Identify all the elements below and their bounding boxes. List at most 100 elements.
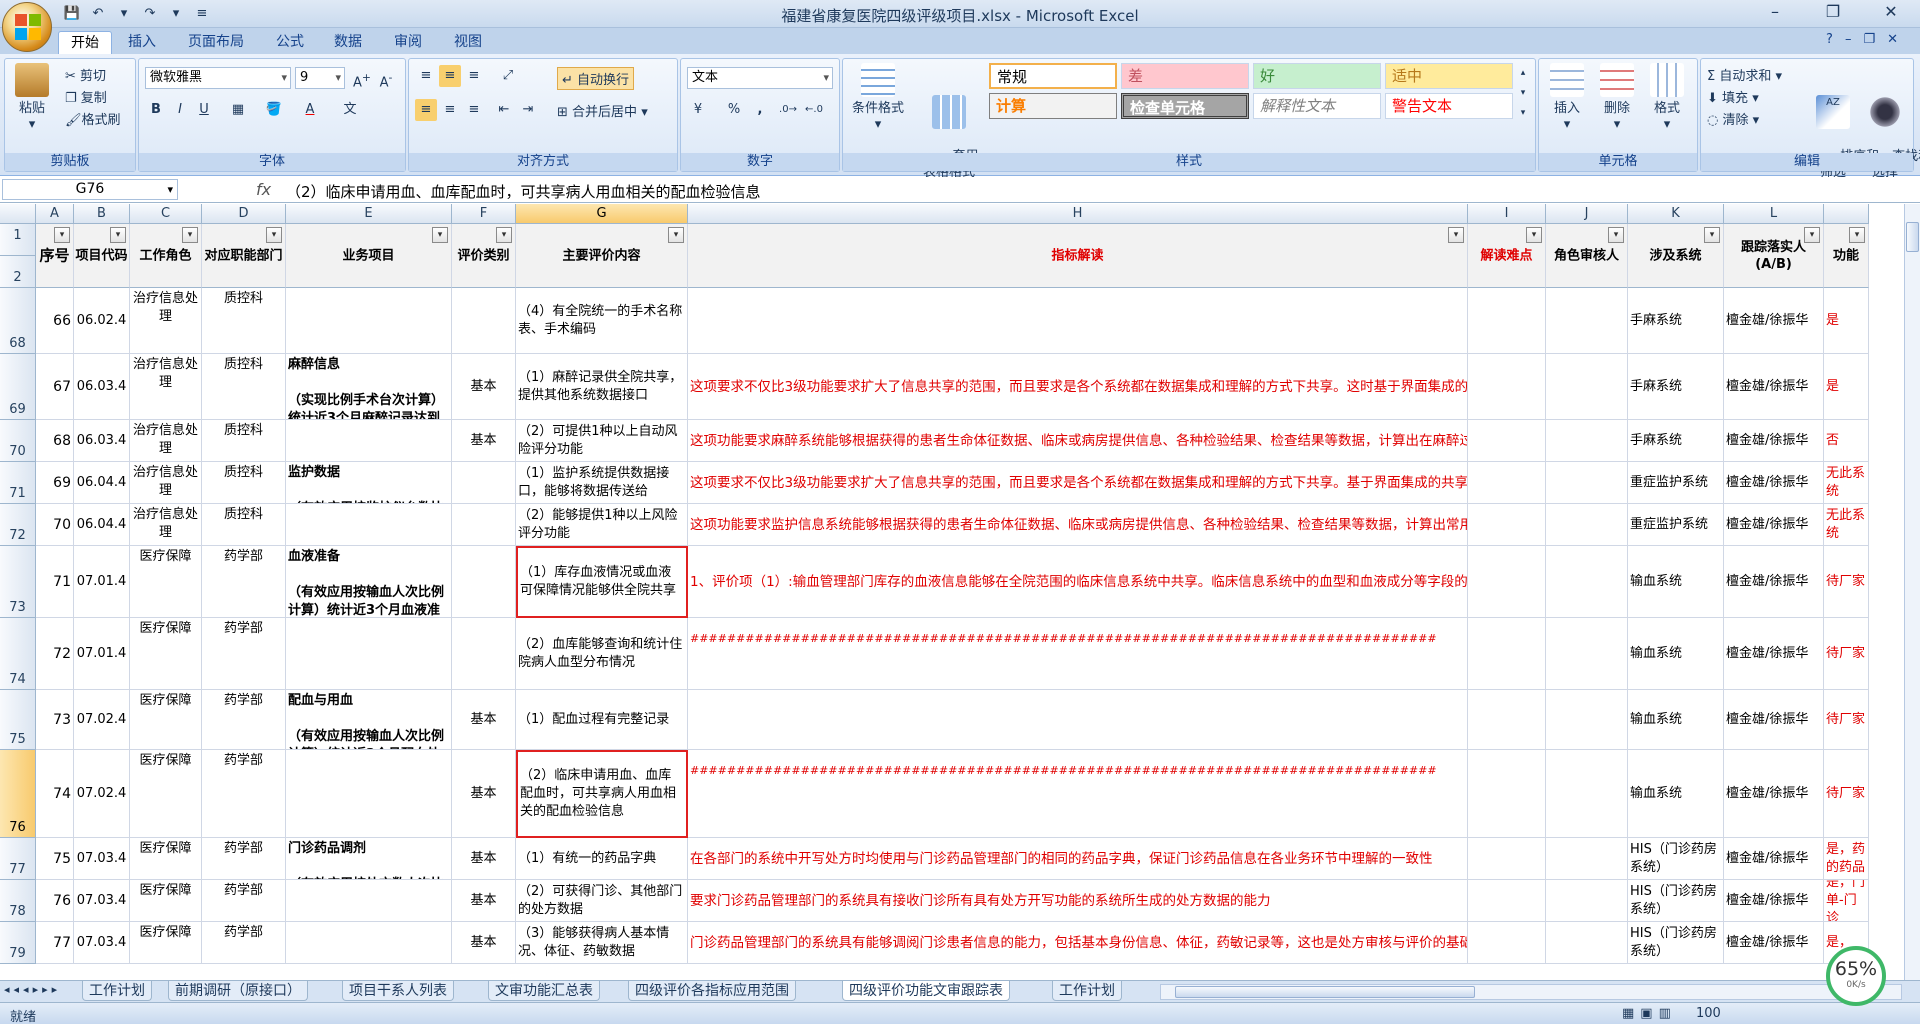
cell-a70[interactable]: 68	[36, 420, 74, 462]
style-check-cell[interactable]: 检查单元格	[1121, 93, 1249, 119]
cell-h73[interactable]: 1、评价项（1）:输血管理部门库存的血液信息能够在全院范围的临床信息系统中共享。…	[688, 546, 1468, 618]
cell-l68[interactable]: 檀金雄/徐振华	[1724, 288, 1824, 354]
cell-c75[interactable]: 医疗保障	[130, 690, 202, 750]
header-cell-d[interactable]: 对应职能部门 ▾	[202, 224, 286, 288]
cell-e77[interactable]: 门诊药品调剂 （有效应用按处方数人次比例计算）统计近3个月门诊处方处理达到个级别…	[286, 838, 452, 880]
column-header-l[interactable]: L	[1724, 204, 1824, 224]
cell-c71[interactable]: 治疗信息处理	[130, 462, 202, 504]
view-buttons-icon[interactable]: ▦▣▥	[1622, 1006, 1677, 1021]
save-icon[interactable]: 💾	[62, 4, 82, 24]
cell-c77[interactable]: 医疗保障	[130, 838, 202, 880]
sheet-tab-active[interactable]: 四级评价功能文审跟踪表	[842, 981, 1010, 1001]
cell-g70[interactable]: （2）可提供1种以上自动风险评分功能	[516, 420, 688, 462]
cell-b71[interactable]: 06.04.4	[74, 462, 130, 504]
cell-l78[interactable]: 檀金雄/徐振华	[1724, 880, 1824, 922]
row-header[interactable]: 75	[0, 690, 36, 750]
header-cell-a[interactable]: 序号 ▾	[36, 224, 74, 288]
autosum-button[interactable]: Σ 自动求和 ▾	[1707, 65, 1782, 84]
cell-f73[interactable]	[452, 546, 516, 618]
fill-color-icon[interactable]: 🪣	[263, 99, 285, 121]
cell-d79[interactable]: 药学部	[202, 922, 286, 964]
cell-a69[interactable]: 67	[36, 354, 74, 420]
filter-dropdown-icon[interactable]: ▾	[1448, 227, 1464, 243]
vertical-scroll-thumb[interactable]	[1906, 222, 1919, 252]
cell-h75[interactable]	[688, 690, 1468, 750]
cell-c72[interactable]: 治疗信息处理	[130, 504, 202, 546]
cell-i76[interactable]	[1468, 750, 1546, 838]
align-center-icon[interactable]: ≡	[439, 99, 461, 121]
cell-g68[interactable]: （4）有全院统一的手术名称表、手术编码	[516, 288, 688, 354]
header-cell-i[interactable]: 解读难点 ▾	[1468, 224, 1546, 288]
header-cell-l[interactable]: 跟踪落实人 (A/B) ▾	[1724, 224, 1824, 288]
close-button[interactable]: ✕	[1862, 0, 1920, 26]
cell-m75[interactable]: 待厂家	[1824, 690, 1869, 750]
column-header-b[interactable]: B	[74, 204, 130, 224]
cell-l74[interactable]: 檀金雄/徐振华	[1724, 618, 1824, 690]
cell-h70[interactable]: 这项功能要求麻醉系统能够根据获得的患者生命体征数据、临床或病房提供信息、各种检验…	[688, 420, 1468, 462]
cell-f77[interactable]: 基本	[452, 838, 516, 880]
cell-l79[interactable]: 檀金雄/徐振华	[1724, 922, 1824, 964]
fx-icon[interactable]: fx	[256, 180, 271, 199]
cell-f79[interactable]: 基本	[452, 922, 516, 964]
cell-c74[interactable]: 医疗保障	[130, 618, 202, 690]
filter-dropdown-icon[interactable]: ▾	[182, 227, 198, 243]
filter-dropdown-icon[interactable]: ▾	[432, 227, 448, 243]
cell-i70[interactable]	[1468, 420, 1546, 462]
filter-dropdown-icon[interactable]: ▾	[266, 227, 282, 243]
horizontal-scrollbar[interactable]	[1160, 984, 1902, 1000]
filter-dropdown-icon[interactable]: ▾	[1849, 227, 1865, 243]
copy-button[interactable]: ❐ 复制	[65, 87, 107, 106]
cell-j73[interactable]	[1546, 546, 1628, 618]
cell-j78[interactable]	[1546, 880, 1628, 922]
sheet-tab[interactable]: 前期调研（原接口）	[168, 981, 308, 1001]
cell-h71[interactable]: 这项要求不仅比3级功能要求扩大了信息共享的范围，而且要求是各个系统都在数据集成和…	[688, 462, 1468, 504]
cell-k79[interactable]: HIS（门诊药房系统）	[1628, 922, 1724, 964]
cell-e72[interactable]	[286, 504, 452, 546]
column-header-k[interactable]: K	[1628, 204, 1724, 224]
cell-b77[interactable]: 07.03.4	[74, 838, 130, 880]
cell-m78[interactable]: 是，门单-门诊	[1824, 880, 1869, 922]
cut-button[interactable]: ✂ 剪切	[65, 65, 106, 84]
cell-m74[interactable]: 待厂家	[1824, 618, 1869, 690]
cell-g69[interactable]: （1）麻醉记录供全院共享，提供其他系统数据接口	[516, 354, 688, 420]
cell-j76[interactable]	[1546, 750, 1628, 838]
align-top-icon[interactable]: ≡	[415, 65, 437, 87]
cell-e78[interactable]	[286, 880, 452, 922]
cell-m73[interactable]: 待厂家	[1824, 546, 1869, 618]
header-cell-k[interactable]: 涉及系统 ▾	[1628, 224, 1724, 288]
sheet-tab[interactable]: 文审功能汇总表	[488, 981, 600, 1001]
cell-c79[interactable]: 医疗保障	[130, 922, 202, 964]
cell-a76[interactable]: 74	[36, 750, 74, 838]
row-header[interactable]: 72	[0, 504, 36, 546]
bold-button[interactable]: B	[145, 99, 167, 121]
cell-m72[interactable]: 无此系统	[1824, 504, 1869, 546]
select-all-corner[interactable]	[0, 204, 36, 224]
cell-b72[interactable]: 06.04.4	[74, 504, 130, 546]
cell-d77[interactable]: 药学部	[202, 838, 286, 880]
grow-font-icon[interactable]: A+	[351, 67, 373, 90]
cell-l77[interactable]: 檀金雄/徐振华	[1724, 838, 1824, 880]
cell-i69[interactable]	[1468, 354, 1546, 420]
phonetic-icon[interactable]: 文	[339, 99, 361, 121]
cell-b79[interactable]: 07.03.4	[74, 922, 130, 964]
sheet-tab[interactable]: 工作计划	[1052, 981, 1122, 1001]
row-header[interactable]: 76	[0, 750, 36, 838]
header-cell-b[interactable]: 项目代码 ▾	[74, 224, 130, 288]
shrink-font-icon[interactable]: A-	[375, 67, 397, 90]
styles-more-icon[interactable]: ▴ ▾ ▾	[1515, 63, 1531, 125]
cell-g73[interactable]: （1）库存血液情况或血液可保障情况能够供全院共享	[516, 546, 688, 618]
cell-f71[interactable]	[452, 462, 516, 504]
cell-i73[interactable]	[1468, 546, 1546, 618]
row-header[interactable]: 70	[0, 420, 36, 462]
italic-button[interactable]: I	[169, 99, 191, 121]
cell-i71[interactable]	[1468, 462, 1546, 504]
cell-m68[interactable]: 是	[1824, 288, 1869, 354]
cell-m70[interactable]: 否	[1824, 420, 1869, 462]
cell-h76[interactable]: ########################################…	[688, 750, 1468, 838]
cell-c78[interactable]: 医疗保障	[130, 880, 202, 922]
cell-e70[interactable]	[286, 420, 452, 462]
cell-d71[interactable]: 质控科	[202, 462, 286, 504]
cell-d68[interactable]: 质控科	[202, 288, 286, 354]
cell-e73[interactable]: 血液准备 （有效应用按输血人次比例计算）统计近3个月血液准备处理达到个级别功能的…	[286, 546, 452, 618]
cell-m71[interactable]: 无此系统	[1824, 462, 1869, 504]
